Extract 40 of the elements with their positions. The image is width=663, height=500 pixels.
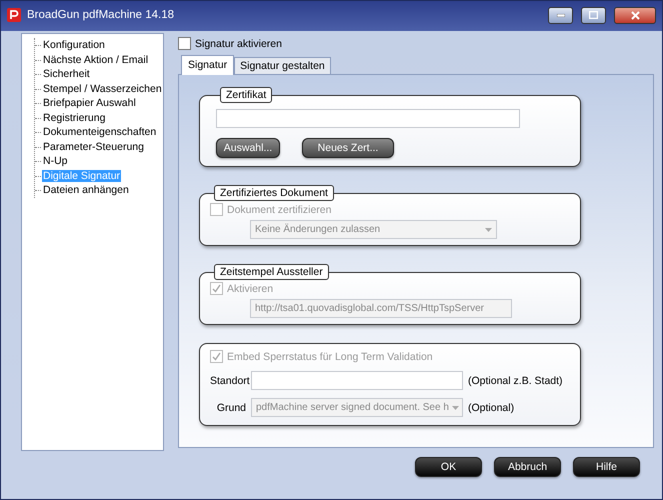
app-logo-icon [7,8,21,22]
certificate-field[interactable] [216,109,520,128]
tree-item[interactable]: Dokumenteigenschaften [42,126,158,138]
ltv-label: Embed Sperrstatus für Long Term Validation [227,350,433,362]
minimize-icon [556,14,564,16]
certify-document-label: Dokument zertifizieren [227,204,332,216]
close-icon [630,10,640,20]
dialog-button[interactable]: Abbruch [494,457,561,477]
dialog-button[interactable]: Hilfe [573,457,640,477]
tree-item[interactable]: Briefpapier Auswahl [42,97,137,110]
timestamp-enable-label: Aktivieren [227,282,274,294]
group-title: Zeitstempel Aussteller [214,264,329,280]
tree-item[interactable]: Registrierung [42,112,106,124]
dialog-button[interactable]: OK [415,457,482,477]
tab[interactable]: Signatur [181,55,234,75]
tree-item[interactable]: Stempel / Wasserzeichen [42,82,163,95]
tree-item[interactable]: Nächste Aktion / Email [42,54,150,66]
group-title: Zertifikat [220,87,272,103]
tree-item[interactable]: Dateien anhängen [42,184,130,196]
tree-item[interactable]: Parameter-Steuerung [42,140,145,153]
signature-enable-label: Signatur aktivieren [195,38,282,50]
tree-item[interactable]: Konfiguration [42,39,106,52]
tree-item[interactable]: N-Up [42,155,69,168]
window-title: BroadGun pdfMachine 14.18 [27,9,176,21]
dropdown-caret-icon [485,228,492,232]
certificate-button[interactable]: Neues Zert... [302,138,394,158]
location-field[interactable] [251,371,463,390]
dropdown-caret-icon [452,406,459,410]
close-button[interactable] [614,6,656,24]
minimize-button[interactable] [548,6,573,24]
maximize-icon [589,11,598,19]
group-title: Zertifiziertes Dokument [214,185,334,201]
checkbox[interactable] [178,37,191,50]
reason-hint: (Optional) [468,402,514,414]
tab[interactable]: Signatur gestalten [234,57,331,75]
maximize-button[interactable] [581,6,606,24]
location-hint: (Optional z.B. Stadt) [468,374,563,386]
certificate-button[interactable]: Auswahl... [216,138,280,158]
tree-item[interactable]: Sicherheit [42,68,91,80]
reason-label: Grund [216,402,246,414]
